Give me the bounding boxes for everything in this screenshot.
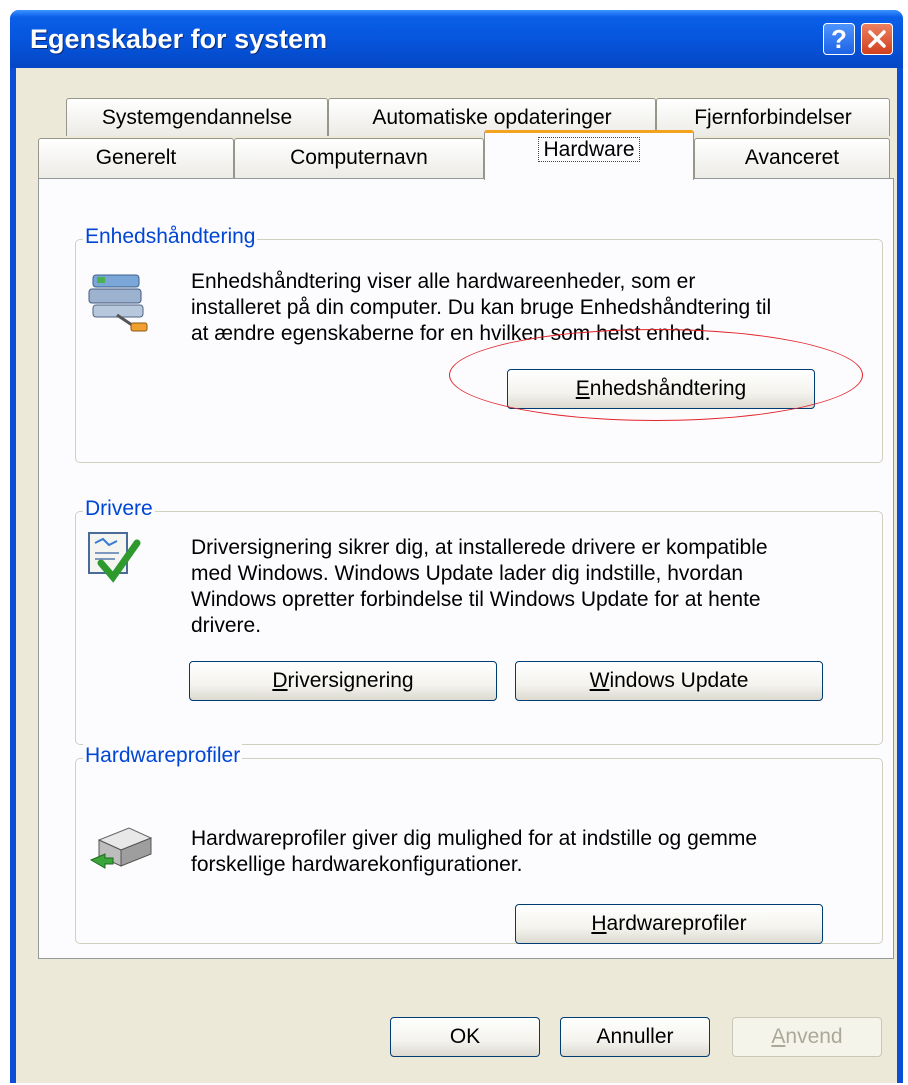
ok-button[interactable]: OK [390, 1017, 540, 1057]
description-line: Hardwareprofiler giver dig mulighed for … [191, 827, 758, 850]
hardware-profile-icon [89, 820, 153, 881]
tab-label: Avanceret [744, 146, 840, 169]
description-line: forskellige hardwarekonfigurationer. [191, 853, 523, 876]
tab-label: Generelt [95, 146, 177, 169]
tab-avanceret[interactable]: Avanceret [694, 138, 890, 178]
apply-button[interactable]: Anvend [732, 1017, 882, 1057]
button-label: nvend [785, 1025, 843, 1048]
button-label: riversignering [287, 669, 414, 692]
description-line: Windows opretter forbindelse til Windows… [191, 588, 761, 611]
mnemonic: D [272, 669, 288, 692]
tab-computernavn[interactable]: Computernavn [234, 138, 484, 178]
help-icon[interactable]: ? [823, 23, 855, 55]
drivers-description: Driversignering sikrer dig, at installer… [191, 535, 768, 639]
device-manager-description: Enhedshåndtering viser alle hardwareenhe… [191, 269, 771, 347]
device-manager-icon [87, 265, 151, 340]
tab-label: Fjernforbindelser [694, 106, 852, 129]
description-line: Driversignering sikrer dig, at installer… [191, 536, 768, 559]
system-properties-window: Egenskaber for system ? Systemgendannels… [10, 10, 903, 1083]
windows-update-button[interactable]: Windows Update [515, 661, 823, 701]
drivers-group-title: Drivere [83, 497, 155, 521]
tab-label: Systemgendannelse [101, 106, 293, 129]
device-manager-group-title: Enhedshåndtering [83, 225, 258, 249]
tab-hardware[interactable]: Hardware [484, 130, 694, 180]
mnemonic: W [589, 669, 610, 692]
button-label: nhedshåndtering [589, 377, 747, 400]
tab-label: Hardware [538, 137, 640, 162]
hardware-tab-panel-lower: Hardwareprofiler Hardwareprofiler giver … [38, 744, 894, 959]
description-line: Enhedshåndtering viser alle hardwareenhe… [191, 270, 696, 293]
hardware-profiles-description: Hardwareprofiler giver dig mulighed for … [191, 826, 757, 878]
tab-label: Computernavn [290, 146, 428, 169]
device-manager-button[interactable]: Enhedshåndtering [507, 369, 815, 409]
cancel-button[interactable]: Annuller [560, 1017, 710, 1057]
button-label: ardwareprofiler [606, 912, 747, 935]
mnemonic: A [771, 1025, 786, 1048]
driver-signing-button[interactable]: Driversignering [189, 661, 497, 701]
tab-systemgendannelse[interactable]: Systemgendannelse [66, 98, 328, 136]
description-line: med Windows. Windows Update lader dig in… [191, 562, 744, 585]
hardware-tab-panel: Enhedshåndtering Enhedshåndtering viser … [38, 178, 894, 755]
close-icon[interactable] [861, 23, 893, 55]
hardware-profiles-group-title: Hardwareprofiler [83, 744, 243, 768]
mnemonic: E [575, 377, 590, 400]
button-label: indows Update [609, 669, 749, 692]
tab-label: Automatiske opdateringer [372, 106, 612, 129]
description-line: at ændre egenskaberne for en hvilken som… [191, 322, 711, 345]
title-bar[interactable]: Egenskaber for system ? [10, 10, 903, 68]
hardware-profiles-button[interactable]: Hardwareprofiler [515, 904, 823, 944]
tab-generelt[interactable]: Generelt [38, 138, 234, 178]
mnemonic: H [591, 912, 607, 935]
description-line: installeret på din computer. Du kan brug… [191, 296, 772, 319]
window-title: Egenskaber for system [30, 24, 328, 54]
description-line: drivere. [191, 614, 262, 637]
driver-signing-icon [87, 529, 141, 592]
